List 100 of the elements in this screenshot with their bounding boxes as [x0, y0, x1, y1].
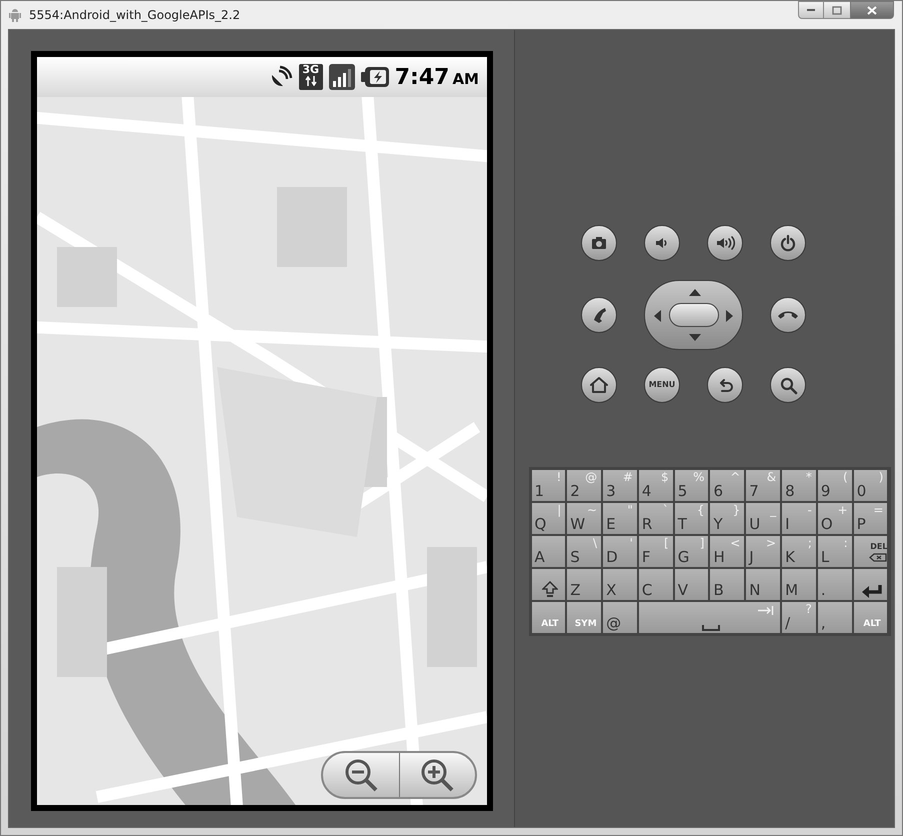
- keyboard-key[interactable]: J >: [746, 536, 780, 567]
- keyboard-key[interactable]: .: [818, 569, 852, 600]
- menu-button[interactable]: MENU: [644, 367, 680, 403]
- key-label: C: [642, 583, 652, 598]
- key-alt-label: :: [844, 537, 848, 549]
- keyboard-key[interactable]: U _: [746, 503, 780, 534]
- keyboard-key[interactable]: 8 *: [782, 470, 816, 501]
- key-label: U: [749, 517, 760, 532]
- key-label: P: [856, 517, 866, 532]
- key-label: 8: [785, 484, 795, 499]
- key-alt-label: \: [593, 537, 598, 549]
- keyboard-key[interactable]: T {: [674, 503, 708, 534]
- keyboard-key[interactable]: 1 !: [532, 470, 566, 501]
- keyboard-key[interactable]: R `: [638, 503, 673, 534]
- window-title: 5554:Android_with_GoogleAPIs_2.2: [29, 7, 240, 24]
- keyboard-key[interactable]: I -: [782, 503, 816, 534]
- keyboard-key[interactable]: / ?: [782, 602, 816, 633]
- keyboard-key[interactable]: B: [710, 569, 744, 600]
- key-alt-label: &: [766, 471, 776, 483]
- key-alt-label: +: [838, 504, 848, 516]
- keyboard-key[interactable]: 2 @: [567, 470, 602, 501]
- key-label: M: [785, 583, 798, 598]
- key-alt-label: `: [662, 504, 669, 516]
- keyboard-key[interactable]: X: [603, 569, 637, 600]
- key-alt-label: -: [808, 504, 812, 516]
- key-alt-label: #: [622, 471, 633, 483]
- key-label: Z: [570, 583, 581, 598]
- key-label: 7: [749, 484, 759, 499]
- key-alt-label: ": [627, 504, 633, 516]
- keyboard-key[interactable]: G ]: [674, 536, 708, 567]
- key-label: Y: [713, 517, 723, 532]
- key-label: N: [749, 583, 761, 598]
- key-label: G: [678, 550, 690, 565]
- keyboard-key[interactable]: P =: [854, 503, 888, 534]
- key-alt-label: ]: [700, 537, 704, 549]
- keyboard-key[interactable]: C: [638, 569, 673, 600]
- key-label: F: [642, 550, 651, 565]
- key-label: B: [713, 583, 724, 598]
- keyboard-key[interactable]: N: [746, 569, 780, 600]
- key-label: 2: [570, 484, 580, 499]
- keyboard-key[interactable]: W ~: [567, 503, 602, 534]
- keyboard-key[interactable]: 3 #: [603, 470, 637, 501]
- key-alt-label: ^: [730, 471, 740, 483]
- key-label: 6: [713, 484, 724, 499]
- keyboard-key[interactable]: Z: [567, 569, 602, 600]
- key-label: A: [534, 550, 545, 565]
- key-label: H: [713, 550, 725, 565]
- keyboard-key[interactable]: ,: [818, 602, 852, 633]
- key-label: X: [606, 583, 616, 598]
- key-label: .: [820, 583, 826, 598]
- keyboard-key[interactable]: A: [532, 536, 566, 567]
- keyboard-key[interactable]: F [: [638, 536, 673, 567]
- keyboard-key[interactable]: 6 ^: [710, 470, 744, 501]
- keyboard-key[interactable]: 9 (: [818, 470, 852, 501]
- keyboard-key[interactable]: E ": [603, 503, 637, 534]
- keyboard-key[interactable]: Y }: [710, 503, 744, 534]
- keyboard-key[interactable]: O +: [818, 503, 852, 534]
- key-alt-label: <: [730, 537, 740, 549]
- keyboard-key[interactable]: M: [782, 569, 816, 600]
- keyboard-key[interactable]: 4 $: [638, 470, 673, 501]
- key-alt-label: (: [843, 471, 848, 483]
- key-alt-label: }: [732, 504, 740, 516]
- keyboard-key[interactable]: 0 ): [854, 470, 888, 501]
- key-label: O: [820, 517, 833, 532]
- key-label: /: [785, 616, 790, 631]
- key-label: 4: [642, 484, 652, 499]
- key-label: 9: [820, 484, 830, 499]
- key-alt-label: [: [664, 537, 669, 549]
- key-alt-label: !: [556, 471, 562, 483]
- keyboard-key[interactable]: L :: [818, 536, 852, 567]
- key-label: I: [785, 517, 790, 532]
- key-alt-label: =: [873, 504, 884, 516]
- key-label: V: [678, 583, 688, 598]
- keyboard-key[interactable]: V: [674, 569, 708, 600]
- key-alt-label: ;: [808, 537, 812, 549]
- keyboard-key[interactable]: @: [603, 602, 637, 633]
- key-label: 3: [606, 484, 616, 499]
- key-alt-label: ': [630, 537, 633, 549]
- keyboard-key[interactable]: 7 &: [746, 470, 780, 501]
- keyboard-key[interactable]: H <: [710, 536, 744, 567]
- key-label: W: [570, 517, 586, 532]
- key-label: Q: [534, 517, 546, 532]
- key-label: L: [820, 550, 830, 565]
- key-label: 0: [856, 484, 866, 499]
- key-label: D: [606, 550, 618, 565]
- keyboard-key[interactable]: Q |: [532, 503, 566, 534]
- key-alt-label: $: [661, 471, 669, 483]
- key-label: @: [606, 616, 622, 631]
- clock-meridiem: AM: [452, 68, 479, 90]
- network-type-label: 3G: [302, 64, 320, 76]
- key-label: K: [785, 550, 795, 565]
- keyboard-key[interactable]: K ;: [782, 536, 816, 567]
- key-label: 5: [678, 484, 688, 499]
- key-label: S: [570, 550, 580, 565]
- keyboard-key[interactable]: 5 %: [674, 470, 708, 501]
- keyboard-key[interactable]: S \: [567, 536, 602, 567]
- key-alt-label: {: [696, 504, 704, 516]
- keyboard-key[interactable]: D ': [603, 536, 637, 567]
- key-label: J: [749, 550, 754, 565]
- key-alt-label: _: [770, 504, 776, 516]
